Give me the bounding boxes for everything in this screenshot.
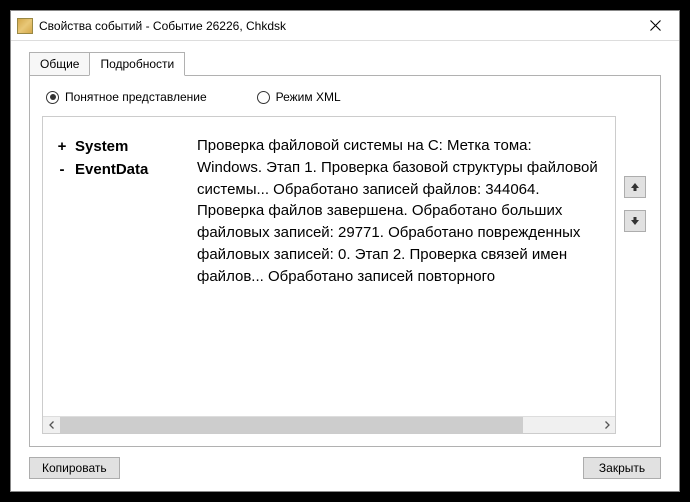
event-nav-buttons (624, 116, 648, 434)
view-mode-radio-group: Понятное представление Режим XML (42, 88, 648, 116)
content-inner: + System - EventData Проверка файловой с… (43, 117, 615, 416)
window-close-button[interactable] (633, 12, 677, 40)
scroll-left-button[interactable] (43, 417, 60, 434)
tree-item-label: System (75, 138, 128, 155)
scroll-track[interactable] (60, 417, 598, 434)
event-properties-window: Свойства событий - Событие 26226, Chkdsk… (10, 10, 680, 492)
arrow-down-icon (630, 216, 640, 226)
tab-strip: Общие Подробности (29, 51, 661, 75)
next-event-button[interactable] (624, 210, 646, 232)
radio-dot-icon (46, 91, 59, 104)
radio-friendly-view[interactable]: Понятное представление (46, 90, 207, 104)
tree-view: + System - EventData (57, 135, 197, 406)
chevron-left-icon (48, 421, 56, 429)
window-title: Свойства событий - Событие 26226, Chkdsk (39, 19, 633, 33)
radio-dot-icon (257, 91, 270, 104)
event-detail-text: Проверка файловой системы на C: Метка то… (197, 135, 599, 406)
tab-details[interactable]: Подробности (89, 52, 185, 76)
scroll-thumb[interactable] (60, 417, 523, 434)
copy-button[interactable]: Копировать (29, 457, 120, 479)
previous-event-button[interactable] (624, 176, 646, 198)
close-button[interactable]: Закрыть (583, 457, 661, 479)
tree-collapse-icon: - (57, 161, 67, 178)
horizontal-scrollbar[interactable] (43, 416, 615, 433)
tree-item-system[interactable]: + System (57, 135, 197, 158)
radio-xml-view[interactable]: Режим XML (257, 90, 341, 104)
dialog-body: Общие Подробности Понятное представление… (11, 41, 679, 491)
titlebar: Свойства событий - Событие 26226, Chkdsk (11, 11, 679, 41)
tab-panel-details: Понятное представление Режим XML + Syste… (29, 75, 661, 447)
close-icon (650, 20, 661, 31)
app-icon (17, 18, 33, 34)
tab-general[interactable]: Общие (29, 52, 90, 76)
arrow-up-icon (630, 182, 640, 192)
chevron-right-icon (603, 421, 611, 429)
dialog-buttons: Копировать Закрыть (29, 447, 661, 479)
content-row: + System - EventData Проверка файловой с… (42, 116, 648, 434)
tree-item-eventdata[interactable]: - EventData (57, 158, 197, 181)
radio-xml-label: Режим XML (276, 90, 341, 104)
tree-expand-icon: + (57, 138, 67, 155)
content-pane: + System - EventData Проверка файловой с… (42, 116, 616, 434)
tree-item-label: EventData (75, 161, 148, 178)
radio-friendly-label: Понятное представление (65, 90, 207, 104)
scroll-right-button[interactable] (598, 417, 615, 434)
